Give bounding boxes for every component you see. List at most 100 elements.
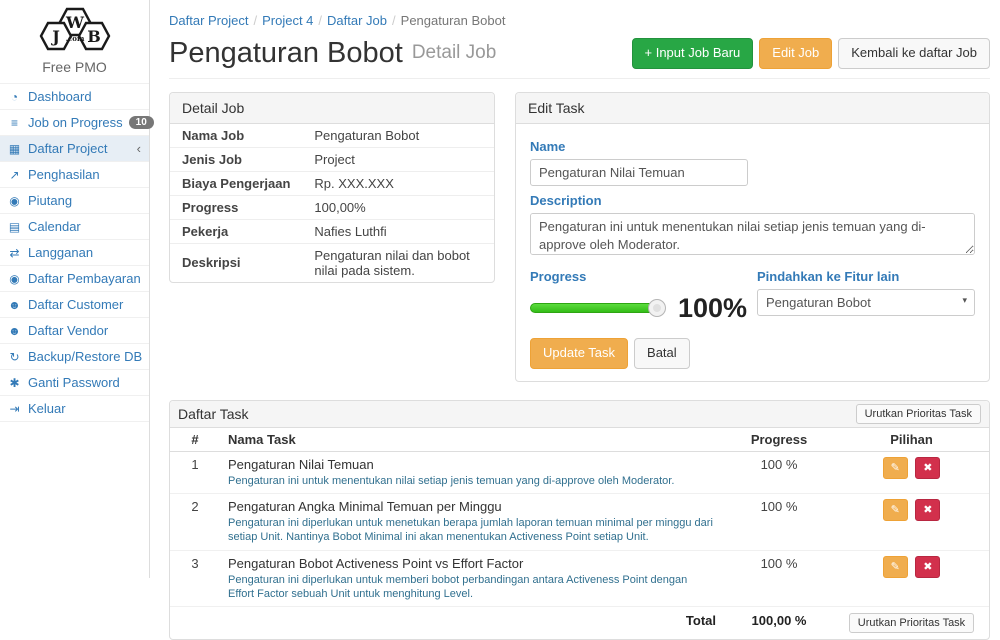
job-count-badge: 10 xyxy=(129,116,154,129)
progress-label: Progress xyxy=(530,269,747,284)
table-row: Biaya Pengerjaan Rp. XXX.XXX xyxy=(170,171,494,195)
page-header-buttons: + Input Job Baru Edit Job Kembali ke daf… xyxy=(632,38,990,69)
delete-task-button[interactable]: ✖ xyxy=(915,499,940,521)
input-job-baru-button[interactable]: + Input Job Baru xyxy=(632,38,754,69)
table-row: Pekerja Nafies Luthfi xyxy=(170,219,494,243)
sidebar-item-piutang[interactable]: ◉ Piutang xyxy=(0,187,149,213)
svg-text:J: J xyxy=(50,27,60,46)
breadcrumb-link-project-4[interactable]: Project 4 xyxy=(262,13,313,28)
money-icon: ◉ xyxy=(7,194,22,208)
pencil-icon: ✎ xyxy=(891,504,900,516)
delete-task-button[interactable]: ✖ xyxy=(915,457,940,479)
main-content: Daftar Project/Project 4/Daftar Job/Peng… xyxy=(151,0,1000,640)
batal-button[interactable]: Batal xyxy=(634,338,690,369)
delete-x-icon: ✖ xyxy=(923,561,932,573)
edit-task-button[interactable]: ✎ xyxy=(883,457,908,479)
page-subtitle: Detail Job xyxy=(412,42,497,64)
sidebar-item-daftar-pembayaran[interactable]: ◉ Daftar Pembayaran xyxy=(0,265,149,291)
sign-out-icon: ⇥ xyxy=(7,402,22,416)
sidebar-item-ganti-password[interactable]: ✱ Ganti Password xyxy=(0,369,149,395)
breadcrumb-current: Pengaturan Bobot xyxy=(401,13,506,28)
sidebar-item-dashboard[interactable]: ◔ Dashboard xyxy=(0,83,149,109)
urutkan-prioritas-task-button-bottom[interactable]: Urutkan Prioritas Task xyxy=(849,613,974,633)
edit-task-panel: Edit Task Name Description Pengaturan in… xyxy=(515,92,990,382)
app-logo[interactable]: W J B .com xyxy=(0,0,149,58)
daftar-task-panel-title: Daftar Task xyxy=(178,406,249,422)
task-name: Pengaturan Bobot Activeness Point vs Eff… xyxy=(228,556,716,571)
task-description: Pengaturan ini diperlukan untuk menetuka… xyxy=(228,516,716,545)
task-name: Pengaturan Angka Minimal Temuan per Ming… xyxy=(228,499,716,514)
tasks-icon: ≡ xyxy=(7,116,22,130)
page-title: Pengaturan Bobot xyxy=(169,39,403,68)
daftar-task-panel: Daftar Task Urutkan Prioritas Task # Nam… xyxy=(169,400,990,640)
task-description-textarea[interactable]: Pengaturan ini untuk menentukan nilai se… xyxy=(530,213,975,255)
name-label: Name xyxy=(530,139,975,154)
progress-slider[interactable] xyxy=(530,303,658,313)
total-label: Total xyxy=(220,607,724,640)
users-icon: ☻ xyxy=(7,298,22,312)
table-row: Deskripsi Pengaturan nilai dan bobot nil… xyxy=(170,243,494,282)
edit-job-button[interactable]: Edit Job xyxy=(759,38,832,69)
table-row: 2 Pengaturan Angka Minimal Temuan per Mi… xyxy=(170,494,989,551)
kembali-ke-daftar-job-button[interactable]: Kembali ke daftar Job xyxy=(838,38,990,69)
detail-job-panel-title: Detail Job xyxy=(170,93,494,124)
progress-slider-thumb[interactable] xyxy=(648,299,666,317)
task-table: # Nama Task Progress Pilihan 1 Pengatura… xyxy=(170,428,989,639)
delete-task-button[interactable]: ✖ xyxy=(915,556,940,578)
breadcrumb-link-daftar-job[interactable]: Daftar Job xyxy=(327,13,387,28)
edit-task-button[interactable]: ✎ xyxy=(883,499,908,521)
sidebar-item-langganan[interactable]: ⇄ Langganan xyxy=(0,239,149,265)
task-description: Pengaturan ini diperlukan untuk memberi … xyxy=(228,573,716,602)
table-row: 1 Pengaturan Nilai Temuan Pengaturan ini… xyxy=(170,451,989,493)
urutkan-prioritas-task-button-top[interactable]: Urutkan Prioritas Task xyxy=(856,404,981,424)
calendar-icon: ▤ xyxy=(7,220,22,234)
task-table-total-row: Total 100,00 % Urutkan Prioritas Task xyxy=(170,607,989,640)
money-icon: ◉ xyxy=(7,272,22,286)
line-chart-icon: ↗ xyxy=(7,168,22,182)
sidebar: W J B .com Free PMO ◔ Dashboard ≡ Job on… xyxy=(0,0,150,578)
description-label: Description xyxy=(530,193,975,208)
task-progress: 100 % xyxy=(724,451,834,493)
move-to-feature-select[interactable]: Pengaturan Bobot xyxy=(757,289,975,316)
delete-x-icon: ✖ xyxy=(923,462,932,474)
sidebar-item-daftar-vendor[interactable]: ☻ Daftar Vendor xyxy=(0,317,149,343)
task-progress: 100 % xyxy=(724,494,834,551)
retweet-icon: ⇄ xyxy=(7,246,22,260)
table-row: Progress 100,00% xyxy=(170,195,494,219)
update-task-button[interactable]: Update Task xyxy=(530,338,628,369)
sidebar-item-calendar[interactable]: ▤ Calendar xyxy=(0,213,149,239)
progress-percent-value: 100% xyxy=(678,295,747,322)
dashboard-icon: ◔ xyxy=(7,90,22,104)
task-progress: 100 % xyxy=(724,550,834,607)
sidebar-item-job-on-progress[interactable]: ≡ Job on Progress 10 xyxy=(0,109,149,135)
edit-task-panel-title: Edit Task xyxy=(516,93,989,124)
table-row: Jenis Job Project xyxy=(170,147,494,171)
move-to-feature-label: Pindahkan ke Fitur lain xyxy=(757,269,975,284)
detail-job-table: Nama Job Pengaturan Bobot Jenis Job Proj… xyxy=(170,124,494,282)
sidebar-item-daftar-project[interactable]: ▦ Daftar Project ‹ xyxy=(0,135,149,161)
pencil-icon: ✎ xyxy=(891,561,900,573)
jwb-logo-icon: W J B .com xyxy=(31,7,119,53)
task-description: Pengaturan ini untuk menentukan nilai se… xyxy=(228,474,716,488)
edit-task-button[interactable]: ✎ xyxy=(883,556,908,578)
sidebar-nav: ◔ Dashboard ≡ Job on Progress 10 ▦ Dafta… xyxy=(0,83,149,422)
svg-text:W: W xyxy=(65,13,85,32)
svg-text:B: B xyxy=(87,27,101,46)
sidebar-item-keluar[interactable]: ⇥ Keluar xyxy=(0,395,149,422)
breadcrumb-link-daftar-project[interactable]: Daftar Project xyxy=(169,13,248,28)
sidebar-item-backup-restore-db[interactable]: ↻ Backup/Restore DB xyxy=(0,343,149,369)
users-icon: ☻ xyxy=(7,324,22,338)
sidebar-item-penghasilan[interactable]: ↗ Penghasilan xyxy=(0,161,149,187)
refresh-icon: ↻ xyxy=(7,350,22,364)
chevron-left-icon: ‹ xyxy=(137,141,141,156)
task-name-input[interactable] xyxy=(530,159,748,186)
table-icon: ▦ xyxy=(7,142,22,156)
sidebar-item-daftar-customer[interactable]: ☻ Daftar Customer xyxy=(0,291,149,317)
pencil-icon: ✎ xyxy=(891,462,900,474)
delete-x-icon: ✖ xyxy=(923,504,932,516)
table-row: 3 Pengaturan Bobot Activeness Point vs E… xyxy=(170,550,989,607)
detail-job-panel: Detail Job Nama Job Pengaturan Bobot Jen… xyxy=(169,92,495,283)
total-progress-value: 100,00 % xyxy=(724,607,834,640)
task-table-header-row: # Nama Task Progress Pilihan xyxy=(170,428,989,452)
app-logo-subtitle: Free PMO xyxy=(0,59,149,75)
